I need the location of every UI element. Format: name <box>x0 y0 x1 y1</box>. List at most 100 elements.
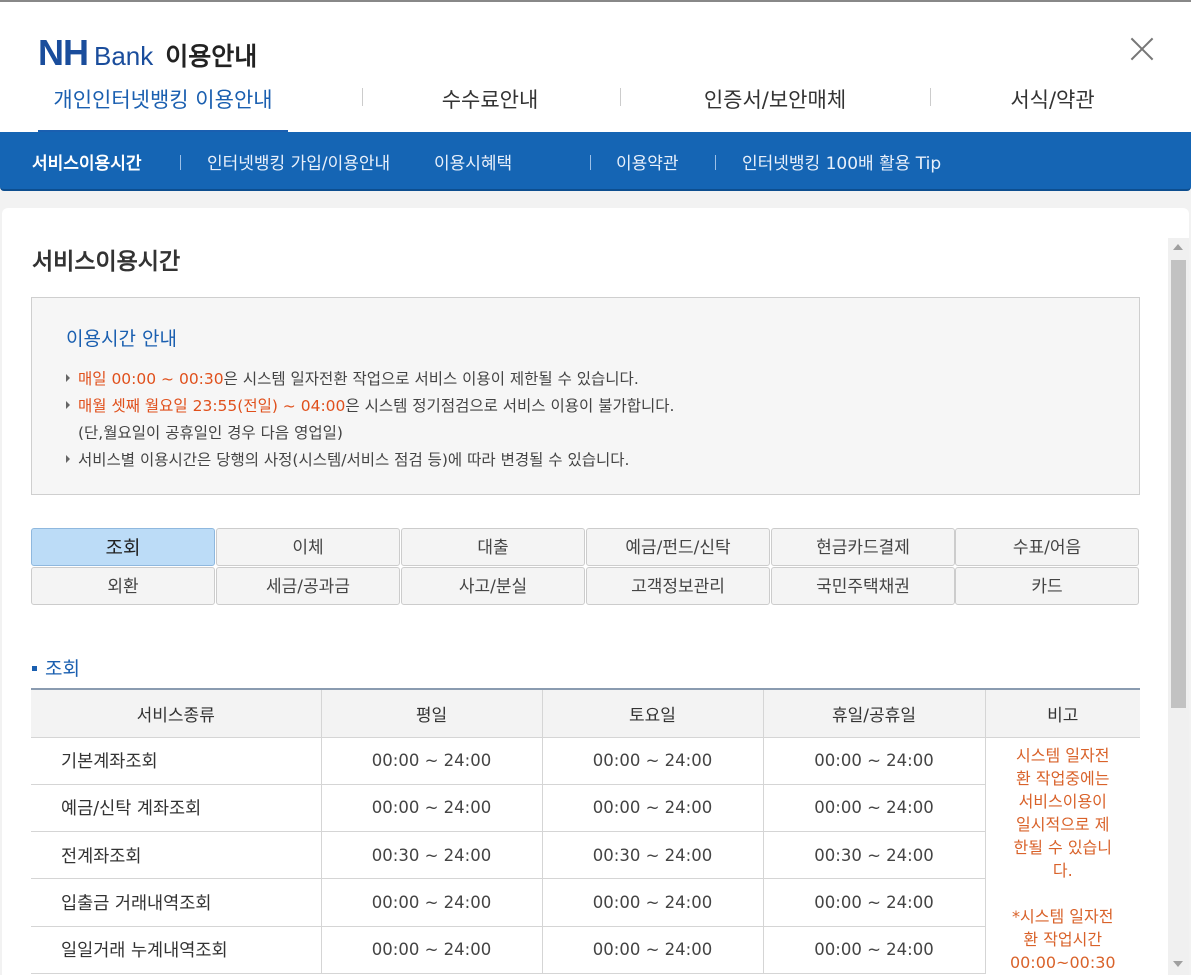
subnav-divider <box>715 155 716 170</box>
tab-fee-guide[interactable]: 수수료안내 <box>410 82 570 134</box>
subnav-benefits[interactable]: 이용시혜택 <box>434 132 512 189</box>
close-icon[interactable] <box>1127 34 1157 64</box>
table-row: 예금/신탁 계좌조회 00:00 ~ 24:00 00:00 ~ 24:00 0… <box>31 784 1140 833</box>
column-header: 서비스종류 <box>31 689 321 738</box>
tab-label: 수수료안내 <box>441 88 539 112</box>
remark-line: 환 작업중에는 <box>1016 768 1110 788</box>
bullet-icon <box>66 374 70 382</box>
column-header: 휴일/공휴일 <box>762 689 985 738</box>
bullet-icon <box>66 401 70 409</box>
tab-forms-terms[interactable]: 서식/약관 <box>990 82 1115 134</box>
service-name: 일일거래 누계내역조회 <box>31 926 321 975</box>
subnav-divider <box>180 155 181 170</box>
sub-navigation: 서비스이용시간 인터넷뱅킹 가입/이용안내 이용시혜택 이용약관 인터넷뱅킹 1… <box>0 132 1191 191</box>
weekday-hours: 00:00 ~ 24:00 <box>320 878 542 927</box>
content-panel: 서비스이용시간 이용시간 안내 매일 00:00 ~ 00:30은 시스템 일자… <box>2 208 1189 975</box>
tab-divider <box>362 88 363 106</box>
category-foreign-exchange[interactable]: 외환 <box>31 567 215 605</box>
remark-line: 한될 수 있습니 <box>1013 837 1113 857</box>
table-row: 입출금 거래내역조회 00:00 ~ 24:00 00:00 ~ 24:00 0… <box>31 878 1140 927</box>
column-header: 평일 <box>320 689 542 738</box>
category-deposit-fund-trust[interactable]: 예금/펀드/신탁 <box>586 528 770 566</box>
category-accident-loss[interactable]: 사고/분실 <box>401 567 585 605</box>
holiday-hours: 00:30 ~ 24:00 <box>762 831 985 880</box>
notice-text: 은 시스템 정기점검으로 서비스 이용이 불가합니다. <box>345 397 675 415</box>
notice-highlight: 매월 셋째 월요일 23:55(전일) ~ 04:00 <box>78 397 346 415</box>
weekday-hours: 00:00 ~ 24:00 <box>320 926 542 975</box>
tab-divider <box>930 88 931 106</box>
remark-line: 환 작업시간 <box>1023 929 1103 949</box>
remark-line: 일시적으로 제 <box>1016 814 1110 834</box>
section-title: 조회 <box>32 654 80 681</box>
notice-box: 이용시간 안내 매일 00:00 ~ 00:30은 시스템 일자전환 작업으로 … <box>31 297 1140 495</box>
weekday-hours: 00:00 ~ 24:00 <box>320 784 542 833</box>
saturday-hours: 00:00 ~ 24:00 <box>541 737 763 785</box>
category-inquiry[interactable]: 조회 <box>31 528 215 566</box>
category-check-bill[interactable]: 수표/어음 <box>955 528 1139 566</box>
remark-line: *시스템 일자전 <box>1012 906 1114 926</box>
main-tabs: 개인인터넷뱅킹 이용안내 수수료안내 인증서/보안매체 서식/약관 <box>0 82 1191 134</box>
subnav-join-guide[interactable]: 인터넷뱅킹 가입/이용안내 <box>207 132 390 189</box>
tab-label: 개인인터넷뱅킹 이용안내 <box>53 88 273 112</box>
saturday-hours: 00:30 ~ 24:00 <box>541 831 763 880</box>
saturday-hours: 00:00 ~ 24:00 <box>541 926 763 975</box>
tab-personal-banking-guide[interactable]: 개인인터넷뱅킹 이용안내 <box>38 82 288 134</box>
scroll-up-icon[interactable] <box>1173 244 1183 250</box>
saturday-hours: 00:00 ~ 24:00 <box>541 784 763 833</box>
tab-certificate-security[interactable]: 인증서/보안매체 <box>680 82 870 134</box>
remark-line: 다. <box>1052 860 1073 880</box>
subnav-terms[interactable]: 이용약관 <box>616 132 679 189</box>
holiday-hours: 00:00 ~ 24:00 <box>762 926 985 975</box>
remark-line: 서비스이용이 <box>1018 791 1107 811</box>
column-header: 비고 <box>984 689 1140 738</box>
table-row: 전계좌조회 00:30 ~ 24:00 00:30 ~ 24:00 00:30 … <box>31 831 1140 880</box>
logo-nh: NH <box>38 32 89 73</box>
service-name: 전계좌조회 <box>31 831 321 880</box>
notice-highlight: 매일 00:00 ~ 00:30 <box>78 370 224 388</box>
remark-line: 시스템 일자전 <box>1016 745 1110 765</box>
holiday-hours: 00:00 ~ 24:00 <box>762 784 985 833</box>
notice-text: 서비스별 이용시간은 당행의 사정(시스템/서비스 점검 등)에 따라 변경될 … <box>78 451 630 469</box>
window-title: 이용안내 <box>165 42 258 71</box>
remark-line <box>1000 882 1127 905</box>
tab-label: 서식/약관 <box>1010 88 1095 112</box>
notice-line-2: 매월 셋째 월요일 23:55(전일) ~ 04:00은 시스템 정기점검으로 … <box>66 394 674 416</box>
notice-text: 은 시스템 일자전환 작업으로 서비스 이용이 제한될 수 있습니다. <box>223 370 639 388</box>
tab-label: 인증서/보안매체 <box>703 88 847 112</box>
section-title-text: 조회 <box>45 658 80 680</box>
category-loan[interactable]: 대출 <box>401 528 585 566</box>
notice-line-2-note: (단,월요일이 공휴일인 경우 다음 영업일) <box>78 424 343 442</box>
bullet-icon <box>66 455 70 463</box>
category-transfer[interactable]: 이체 <box>216 528 400 566</box>
notice-line-1: 매일 00:00 ~ 00:30은 시스템 일자전환 작업으로 서비스 이용이 … <box>66 367 639 389</box>
service-name: 기본계좌조회 <box>31 737 321 785</box>
holiday-hours: 00:00 ~ 24:00 <box>762 737 985 785</box>
page-title: 서비스이용시간 <box>32 249 181 275</box>
notice-line-3: 서비스별 이용시간은 당행의 사정(시스템/서비스 점검 등)에 따라 변경될 … <box>66 448 629 470</box>
tab-divider <box>620 88 621 106</box>
category-tax-utility[interactable]: 세금/공과금 <box>216 567 400 605</box>
top-header: NH Bank 이용안내 개인인터넷뱅킹 이용안내 수수료안내 인증서/보안매체… <box>0 0 1191 134</box>
category-customer-info[interactable]: 고객정보관리 <box>586 567 770 605</box>
square-bullet-icon <box>32 666 37 671</box>
vertical-scrollbar[interactable] <box>1168 238 1189 975</box>
scroll-down-icon[interactable] <box>1173 961 1183 967</box>
subnav-divider <box>590 155 591 170</box>
table-row: 일일거래 누계내역조회 00:00 ~ 24:00 00:00 ~ 24:00 … <box>31 926 1140 975</box>
service-name: 입출금 거래내역조회 <box>31 878 321 927</box>
remark-cell: 시스템 일자전 환 작업중에는 서비스이용이 일시적으로 제 한될 수 있습니 … <box>984 737 1140 974</box>
weekday-hours: 00:00 ~ 24:00 <box>320 737 542 785</box>
service-hours-table: 서비스종류 평일 토요일 휴일/공휴일 비고 기본계좌조회 00:00 ~ 24… <box>31 688 1140 975</box>
category-housing-bond[interactable]: 국민주택채권 <box>771 567 955 605</box>
notice-title: 이용시간 안내 <box>66 328 177 350</box>
service-name: 예금/신탁 계좌조회 <box>31 784 321 833</box>
subnav-service-hours[interactable]: 서비스이용시간 <box>32 132 141 189</box>
weekday-hours: 00:30 ~ 24:00 <box>320 831 542 880</box>
category-cash-card-payment[interactable]: 현금카드결제 <box>771 528 955 566</box>
column-header: 토요일 <box>541 689 763 738</box>
saturday-hours: 00:00 ~ 24:00 <box>541 878 763 927</box>
subnav-tips[interactable]: 인터넷뱅킹 100배 활용 Tip <box>742 132 941 189</box>
scrollbar-thumb[interactable] <box>1171 260 1186 708</box>
category-card[interactable]: 카드 <box>955 567 1139 605</box>
holiday-hours: 00:00 ~ 24:00 <box>762 878 985 927</box>
